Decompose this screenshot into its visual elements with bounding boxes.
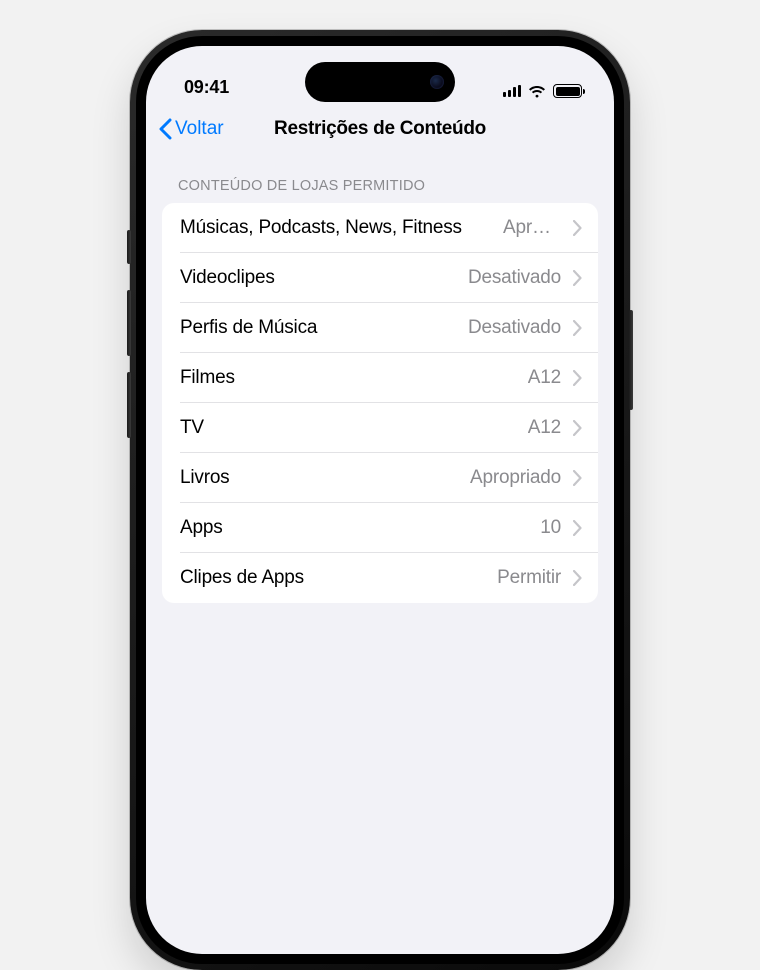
chevron-right-icon	[573, 420, 582, 436]
status-time: 09:41	[184, 77, 229, 98]
battery-icon	[553, 84, 582, 98]
chevron-right-icon	[573, 220, 582, 236]
chevron-right-icon	[573, 470, 582, 486]
row-tv[interactable]: TV A12	[162, 403, 598, 453]
back-button[interactable]: Voltar	[158, 118, 224, 140]
row-livros[interactable]: Livros Apropriado	[162, 453, 598, 503]
chevron-right-icon	[573, 320, 582, 336]
row-value: Desativado	[468, 267, 561, 289]
volume-up-button	[127, 290, 131, 356]
chevron-right-icon	[573, 370, 582, 386]
status-icons	[503, 84, 583, 98]
screen: 09:41	[146, 46, 614, 954]
row-value: Permitir	[497, 567, 561, 589]
row-value: A12	[528, 417, 561, 439]
row-videoclipes[interactable]: Videoclipes Desativado	[162, 253, 598, 303]
navigation-bar: Voltar Restrições de Conteúdo	[146, 104, 614, 154]
silence-switch	[127, 230, 131, 264]
row-value: Apropriado	[470, 467, 561, 489]
row-apps[interactable]: Apps 10	[162, 503, 598, 553]
row-label: Videoclipes	[180, 267, 460, 289]
row-value: A12	[528, 367, 561, 389]
dynamic-island	[305, 62, 455, 102]
row-label: Músicas, Podcasts, News, Fitness	[180, 217, 495, 239]
chevron-right-icon	[573, 570, 582, 586]
chevron-right-icon	[573, 270, 582, 286]
row-label: TV	[180, 417, 520, 439]
wifi-icon	[528, 85, 546, 98]
row-value: 10	[540, 517, 561, 539]
row-value: Apropriado	[503, 217, 561, 239]
row-clipes-apps[interactable]: Clipes de Apps Permitir	[162, 553, 598, 603]
chevron-right-icon	[573, 520, 582, 536]
row-music-podcasts-news-fitness[interactable]: Músicas, Podcasts, News, Fitness Apropri…	[162, 203, 598, 253]
chevron-left-icon	[158, 118, 172, 140]
settings-list: Músicas, Podcasts, News, Fitness Apropri…	[162, 203, 598, 603]
cellular-signal-icon	[503, 85, 522, 97]
content-area: CONTEÚDO DE LOJAS PERMITIDO Músicas, Pod…	[146, 154, 614, 603]
row-label: Perfis de Música	[180, 317, 460, 339]
camera-dot	[430, 75, 444, 89]
row-value: Desativado	[468, 317, 561, 339]
row-label: Apps	[180, 517, 532, 539]
section-header: CONTEÚDO DE LOJAS PERMITIDO	[162, 178, 598, 203]
row-label: Livros	[180, 467, 462, 489]
phone-bezel: 09:41	[136, 36, 624, 964]
power-button	[629, 310, 633, 410]
volume-down-button	[127, 372, 131, 438]
row-label: Filmes	[180, 367, 520, 389]
row-perfis-musica[interactable]: Perfis de Música Desativado	[162, 303, 598, 353]
back-label: Voltar	[175, 118, 224, 140]
row-filmes[interactable]: Filmes A12	[162, 353, 598, 403]
row-label: Clipes de Apps	[180, 567, 489, 589]
phone-frame: 09:41	[130, 30, 630, 970]
